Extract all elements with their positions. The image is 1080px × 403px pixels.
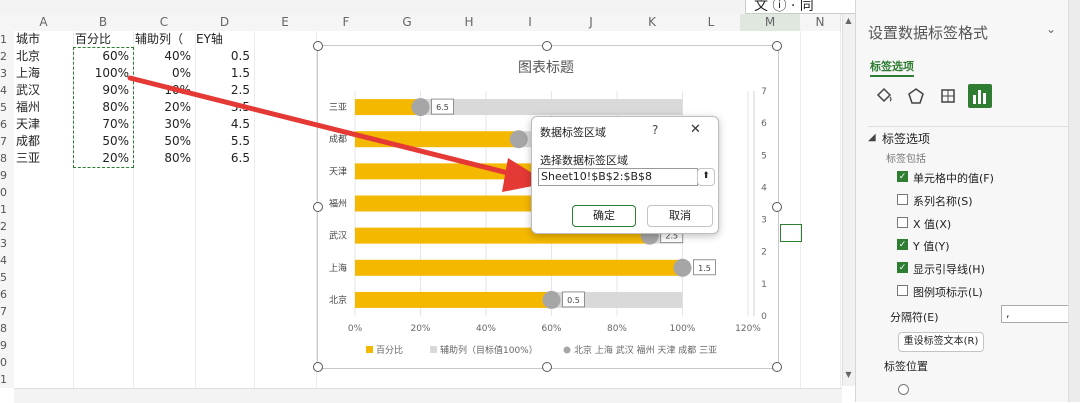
fill-icon[interactable] bbox=[874, 86, 894, 106]
reset-label-text-button[interactable]: 重设标签文本(R) bbox=[898, 332, 984, 352]
dialog-title: 数据标签区域 bbox=[540, 126, 606, 139]
ok-button[interactable]: 确定 bbox=[572, 205, 636, 227]
section-title[interactable]: 标签选项 bbox=[882, 130, 930, 147]
checkbox-cell-value[interactable]: ✓ bbox=[897, 171, 908, 182]
pane-divider bbox=[868, 126, 1068, 127]
cancel-button[interactable]: 取消 bbox=[647, 205, 713, 227]
position-radio[interactable] bbox=[898, 384, 909, 395]
bar-chart-options-icon[interactable] bbox=[968, 84, 992, 108]
dialog-field-label: 选择数据标签区域 bbox=[540, 154, 628, 167]
data-label-range-dialog[interactable]: 数据标签区域 ? ✕ 选择数据标签区域 Sheet10!$B$2:$B$8 ⬆ … bbox=[531, 116, 719, 234]
checkbox-leader-lines[interactable]: ✓ bbox=[897, 262, 908, 273]
checkbox-y-value[interactable]: ✓ bbox=[897, 239, 908, 250]
label-position-label: 标签位置 bbox=[884, 360, 928, 373]
option-x-value[interactable]: X 值(X) bbox=[913, 216, 951, 232]
option-cell-value[interactable]: 单元格中的值(F) bbox=[913, 170, 994, 186]
pane-title: 设置数据标签格式 bbox=[868, 24, 989, 42]
pane-scrollbar[interactable] bbox=[1068, 0, 1080, 402]
separator-value: , bbox=[1006, 307, 1010, 320]
size-properties-icon[interactable] bbox=[938, 86, 958, 106]
tab-underline bbox=[870, 75, 914, 77]
close-icon[interactable]: ✕ bbox=[690, 122, 701, 137]
range-input[interactable]: Sheet10!$B$2:$B$8 bbox=[538, 168, 698, 186]
checkbox-x-value[interactable] bbox=[897, 217, 908, 228]
checkbox-legend-key[interactable] bbox=[897, 285, 908, 296]
help-button[interactable]: ? bbox=[652, 123, 658, 137]
option-leader-lines[interactable]: 显示引导线(H) bbox=[913, 261, 985, 277]
pentagon-icon[interactable] bbox=[906, 86, 926, 106]
option-legend-key[interactable]: 图例项标示(L) bbox=[913, 284, 983, 300]
tab-label-options[interactable]: 标签选项 bbox=[870, 58, 914, 74]
checkbox-series-name[interactable] bbox=[897, 194, 908, 205]
separator-label: 分隔符(E) bbox=[890, 311, 939, 324]
option-y-value[interactable]: Y 值(Y) bbox=[913, 238, 950, 254]
collapse-dialog-icon[interactable]: ⬆ bbox=[697, 168, 715, 186]
format-pane: 设置数据标签格式 ⌄ 标签选项 ◢ 标签选项 标签包括 ✓ 单元格中的值(F) … bbox=[855, 0, 1080, 402]
collapse-icon[interactable]: ◢ bbox=[868, 132, 876, 143]
pane-dropdown-icon[interactable]: ⌄ bbox=[1046, 22, 1056, 36]
option-series-name[interactable]: 系列名称(S) bbox=[913, 193, 973, 209]
contains-label: 标签包括 bbox=[886, 154, 926, 165]
